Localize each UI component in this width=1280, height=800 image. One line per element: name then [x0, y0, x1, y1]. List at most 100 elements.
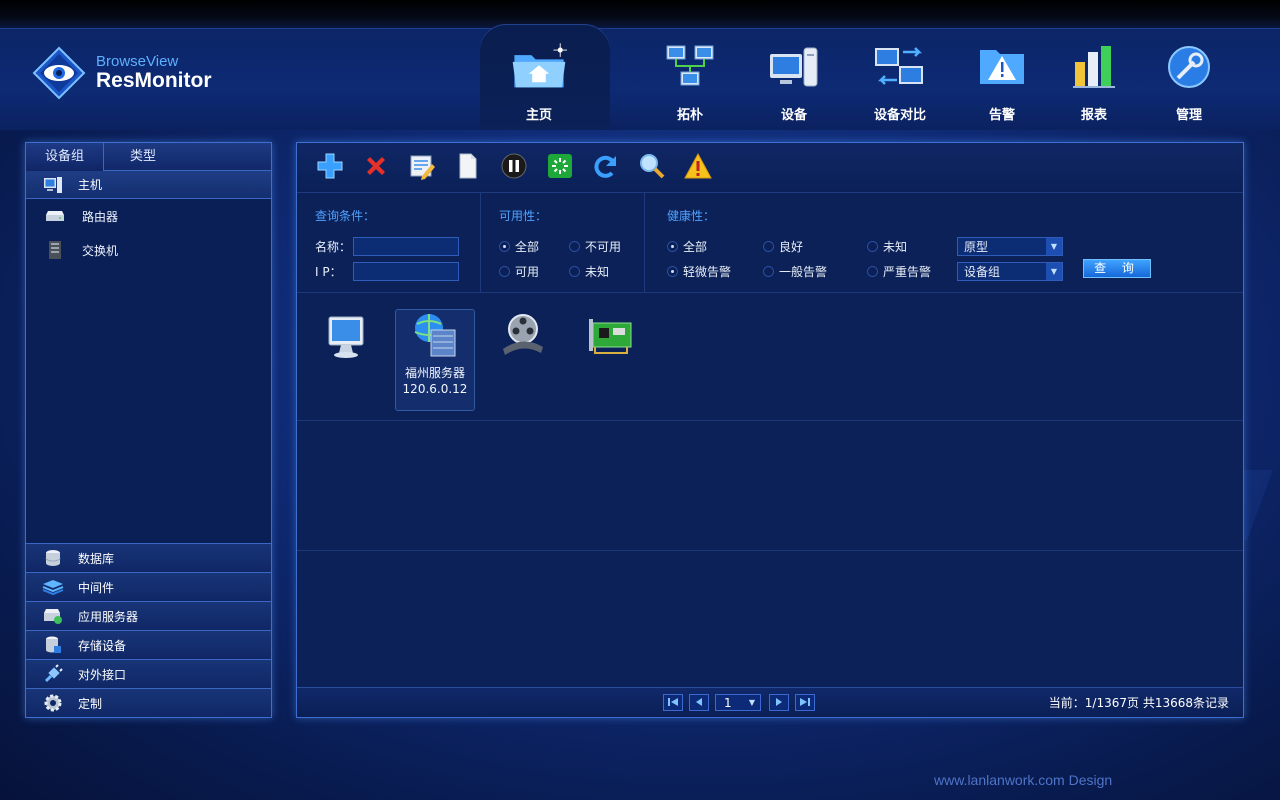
last-page-button[interactable]	[795, 694, 815, 711]
pause-button[interactable]	[491, 148, 537, 188]
nav-home[interactable]: 主页	[494, 42, 584, 126]
radio-dot	[867, 266, 878, 277]
radio-label: 全部	[515, 240, 540, 254]
health-general-alarm-radio[interactable]: 一般告警	[763, 263, 845, 280]
device-item[interactable]	[307, 309, 387, 411]
sidebar-item-switch[interactable]: 交换机	[26, 233, 271, 267]
nav-label: 主页	[525, 108, 552, 123]
prev-page-button[interactable]	[689, 694, 709, 711]
device-grid: 福州服务器 120.6.0.12	[297, 293, 1243, 688]
device-item[interactable]: 福州服务器 120.6.0.12	[395, 309, 475, 411]
ip-label: I P：	[315, 265, 342, 279]
radio-label: 一般告警	[779, 265, 828, 279]
edit-button[interactable]	[399, 148, 445, 188]
availability-available-radio[interactable]: 可用	[499, 263, 547, 280]
prototype-select[interactable]: 原型 ▼	[957, 237, 1063, 256]
prev-page-icon	[694, 696, 704, 710]
category-storage[interactable]: 存储设备	[26, 630, 271, 659]
availability-unknown-radio[interactable]: 未知	[569, 263, 609, 280]
nav-report[interactable]: 报表	[1049, 42, 1139, 126]
device-icon	[766, 42, 822, 92]
category-middleware[interactable]: 中间件	[26, 572, 271, 601]
first-page-button[interactable]	[663, 694, 683, 711]
search-icon	[638, 152, 666, 183]
radio-dot	[763, 241, 774, 252]
radio-dot	[667, 241, 678, 252]
edit-icon	[408, 152, 436, 183]
availability-filter: 可用性： 全部 不可用 可用 未知	[481, 193, 645, 292]
health-severe-alarm-radio[interactable]: 严重告警	[867, 263, 935, 280]
next-page-button[interactable]	[769, 694, 789, 711]
warning-button[interactable]	[675, 148, 721, 188]
category-app-server[interactable]: 应用服务器	[26, 601, 271, 630]
health-title: 健康性：	[667, 209, 716, 223]
nav-label: 拓朴	[676, 108, 703, 123]
home-folder-icon	[511, 42, 567, 92]
nav-topology[interactable]: 拓朴	[645, 42, 735, 126]
availability-unavailable-radio[interactable]: 不可用	[569, 238, 621, 255]
page-number-select[interactable]: 1 ▼	[715, 694, 761, 711]
sidebar-item-router[interactable]: 路由器	[26, 199, 271, 233]
nav-alarm[interactable]: 告警	[957, 42, 1047, 126]
device-name: 福州服务器	[404, 366, 465, 380]
query-button[interactable]: 查 询	[1083, 259, 1151, 278]
category-custom[interactable]: 定制	[26, 688, 271, 717]
availability-all-radio[interactable]: 全部	[499, 238, 547, 255]
category-database[interactable]: 数据库	[26, 543, 271, 572]
app-server-icon	[42, 606, 64, 626]
device-list-panel: 查询条件： 名称： I P： 可用性： 全部 不可用 可用 未知 健康性： 全部…	[296, 142, 1244, 718]
host-icon	[42, 175, 64, 195]
radio-dot	[667, 266, 678, 277]
next-page-icon	[774, 696, 784, 710]
name-label: 名称：	[315, 240, 352, 254]
category-label: 主机	[78, 178, 103, 192]
chevron-down-icon: ▼	[748, 698, 756, 707]
delete-button[interactable]	[353, 148, 399, 188]
radio-label: 可用	[515, 265, 540, 279]
radio-dot	[499, 241, 510, 252]
query-form: 查询条件： 名称： I P： 可用性： 全部 不可用 可用 未知 健康性： 全部…	[297, 193, 1243, 293]
first-page-icon	[667, 696, 679, 710]
sidebar-tabs: 设备组 类型	[26, 143, 271, 171]
radio-dot	[867, 241, 878, 252]
category-label: 存储设备	[78, 638, 127, 653]
web-server-icon	[409, 310, 461, 365]
radio-label: 未知	[883, 240, 908, 254]
category-label: 定制	[78, 696, 103, 711]
add-button[interactable]	[307, 148, 353, 188]
name-input[interactable]	[353, 237, 459, 256]
device-compare-icon	[872, 42, 928, 92]
category-external-interface[interactable]: 对外接口	[26, 659, 271, 688]
tab-device-group[interactable]: 设备组	[26, 143, 104, 171]
middleware-icon	[42, 577, 64, 597]
chevron-down-icon: ▼	[1046, 238, 1062, 255]
category-host[interactable]: 主机	[26, 171, 271, 199]
nav-device-compare[interactable]: 设备对比	[855, 42, 945, 126]
health-all-radio[interactable]: 全部	[667, 238, 741, 255]
select-value: 设备组	[964, 265, 1001, 279]
nav-manage[interactable]: 管理	[1144, 42, 1234, 126]
refresh-button[interactable]	[583, 148, 629, 188]
film-reel-icon	[497, 309, 549, 364]
add-icon	[316, 152, 344, 183]
radio-label: 不可用	[585, 240, 622, 254]
device-group-select[interactable]: 设备组 ▼	[957, 262, 1063, 281]
search-button[interactable]	[629, 148, 675, 188]
ip-input[interactable]	[353, 262, 459, 281]
nav-device[interactable]: 设备	[749, 42, 839, 126]
device-item[interactable]	[483, 309, 563, 411]
tab-type[interactable]: 类型	[104, 143, 182, 171]
copy-button[interactable]	[445, 148, 491, 188]
warning-icon	[683, 152, 713, 183]
health-good-radio[interactable]: 良好	[763, 238, 845, 255]
radio-label: 未知	[585, 265, 610, 279]
plug-icon	[42, 664, 64, 684]
gear-icon	[42, 693, 64, 713]
device-item[interactable]	[571, 309, 651, 411]
loading-button[interactable]	[537, 148, 583, 188]
radio-dot	[499, 266, 510, 277]
health-minor-alarm-radio[interactable]: 轻微告警	[667, 263, 741, 280]
health-unknown-radio[interactable]: 未知	[867, 238, 935, 255]
pagination: 1 ▼ 当前：1/1367页 共13668条记录	[297, 687, 1243, 717]
sidebar-item-label: 交换机	[82, 243, 119, 258]
